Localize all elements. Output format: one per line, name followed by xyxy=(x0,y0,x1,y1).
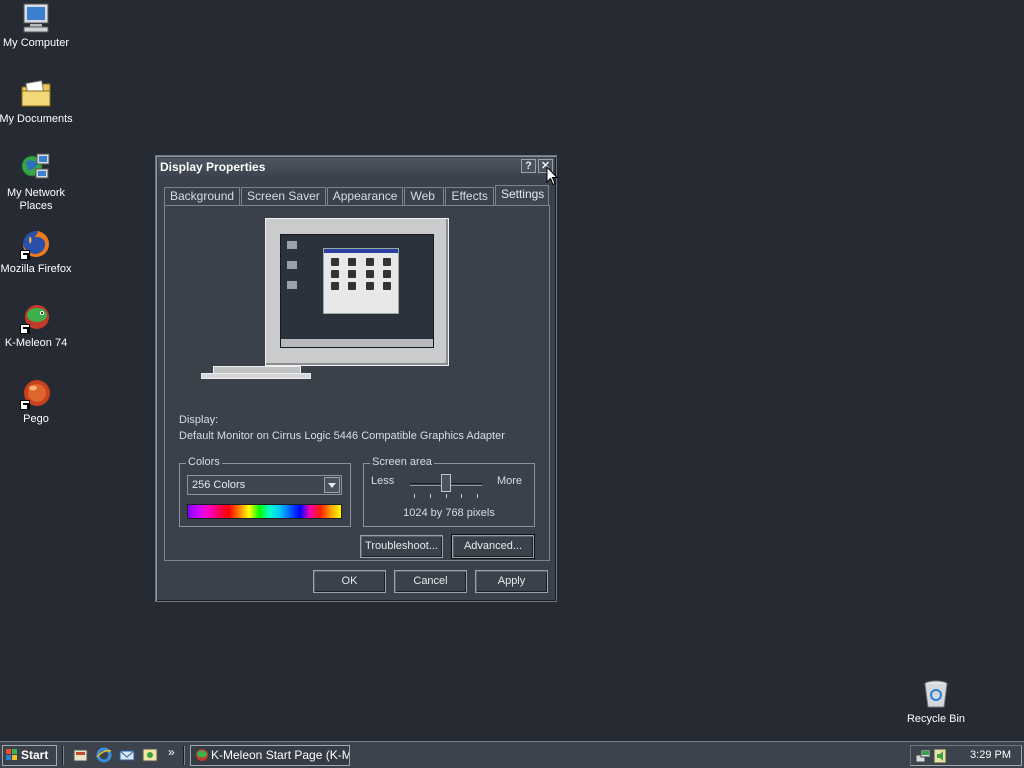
desktop-icon-recycle-bin[interactable]: Recycle Bin xyxy=(898,678,974,726)
mini-desktop-icon xyxy=(287,281,297,289)
desktop-icon-label: Pego xyxy=(23,413,49,425)
monitor-preview xyxy=(265,218,449,366)
display-properties-dialog: Display Properties ? ✕ Background Screen… xyxy=(155,155,557,602)
screen-area-slider-thumb[interactable] xyxy=(441,474,451,492)
dialog-title: Display Properties xyxy=(160,160,266,174)
colors-dropdown-value: 256 Colors xyxy=(192,479,246,491)
taskbar-separator xyxy=(62,746,64,765)
taskbar-window-label: K-Meleon Start Page (K-M... xyxy=(211,748,350,762)
taskbar-window-button[interactable]: K-Meleon Start Page (K-M... xyxy=(190,745,350,766)
mini-desktop-icon xyxy=(287,241,297,249)
desktop-icon-my-computer[interactable]: My Computer xyxy=(0,2,74,50)
colors-dropdown[interactable]: 256 Colors xyxy=(187,475,342,495)
colors-group: Colors 256 Colors xyxy=(179,456,351,527)
tab-web[interactable]: Web xyxy=(404,187,445,206)
recycle-bin-icon xyxy=(920,678,952,710)
troubleshoot-button[interactable]: Troubleshoot... xyxy=(360,535,443,558)
display-label: Display: xyxy=(179,414,219,426)
monitor-base xyxy=(201,373,311,379)
outlook-icon[interactable] xyxy=(119,747,135,763)
taskbar-separator xyxy=(183,746,185,765)
tab-screen-saver[interactable]: Screen Saver xyxy=(241,187,326,206)
help-button[interactable]: ? xyxy=(521,159,536,173)
desktop-icon-label: K-Meleon 74 xyxy=(4,337,68,349)
show-desktop-icon[interactable] xyxy=(73,747,89,763)
screen-area-legend: Screen area xyxy=(370,456,434,468)
network-tray-icon[interactable] xyxy=(915,748,931,764)
tab-settings[interactable]: Settings xyxy=(494,185,549,207)
apply-button[interactable]: Apply xyxy=(475,570,548,593)
desktop-icon-label: My Documents xyxy=(0,113,73,125)
volume-tray-icon[interactable] xyxy=(933,748,947,764)
desktop-icon-network-places[interactable]: My Network Places xyxy=(0,152,74,213)
desktop-icon-firefox[interactable]: Mozilla Firefox xyxy=(0,228,74,276)
dialog-titlebar[interactable]: Display Properties ? ✕ xyxy=(158,158,554,176)
slider-more-label: More xyxy=(496,475,522,487)
folder-documents-icon xyxy=(20,78,52,110)
shortcut-arrow-icon xyxy=(20,250,30,260)
shortcut-arrow-icon xyxy=(20,400,30,410)
ie-icon[interactable] xyxy=(96,747,112,763)
mini-taskbar xyxy=(281,339,433,347)
tab-strip: Background Screen Saver Appearance Web E… xyxy=(164,184,550,207)
mini-window xyxy=(323,248,399,314)
media-icon[interactable] xyxy=(142,747,158,763)
desktop-icon-pego[interactable]: Pego xyxy=(0,378,74,426)
kmeleon-small-icon xyxy=(195,748,209,762)
monitor-screen xyxy=(280,234,434,348)
kmeleon-icon xyxy=(20,302,52,334)
display-adapter-text: Default Monitor on Cirrus Logic 5446 Com… xyxy=(179,430,505,442)
tab-appearance[interactable]: Appearance xyxy=(326,187,404,206)
cancel-button[interactable]: Cancel xyxy=(394,570,467,593)
desktop-icon-my-documents[interactable]: My Documents xyxy=(0,78,74,126)
quick-launch-overflow[interactable]: » xyxy=(168,745,175,759)
screen-area-group: Screen area Less More 1024 by 768 pixels xyxy=(363,456,535,527)
start-label: Start xyxy=(21,748,49,762)
desktop-icon-label: My Computer xyxy=(2,37,70,49)
desktop-icon-kmeleon[interactable]: K-Meleon 74 xyxy=(0,302,74,350)
system-tray: 3:29 PM xyxy=(910,745,1022,766)
advanced-button[interactable]: Advanced... xyxy=(451,534,535,559)
chevron-down-icon[interactable] xyxy=(324,477,340,493)
slider-ticks xyxy=(414,494,478,499)
tab-background[interactable]: Background xyxy=(164,187,241,206)
mini-desktop-icon xyxy=(287,261,297,269)
desktop-icon-label: Recycle Bin xyxy=(906,713,966,725)
clock[interactable]: 3:29 PM xyxy=(970,746,1011,765)
desktop-icon-label: Mozilla Firefox xyxy=(0,263,72,275)
colors-legend: Colors xyxy=(186,456,222,468)
settings-panel: Display: Default Monitor on Cirrus Logic… xyxy=(164,205,550,561)
taskbar: Start » K-Meleon Start Page (K-M... 3:29… xyxy=(0,741,1024,768)
shortcut-arrow-icon xyxy=(20,324,30,334)
network-icon xyxy=(20,152,52,184)
windows-logo-icon xyxy=(6,749,18,761)
firefox-icon xyxy=(20,228,52,260)
pego-icon xyxy=(20,378,52,410)
color-palette-bar xyxy=(187,504,342,519)
computer-icon xyxy=(20,2,52,34)
resolution-text: 1024 by 768 pixels xyxy=(403,507,495,519)
tab-effects[interactable]: Effects xyxy=(445,187,494,206)
mouse-cursor-icon xyxy=(546,165,559,186)
ok-button[interactable]: OK xyxy=(313,570,386,593)
desktop-icon-label: My Network Places xyxy=(6,187,66,212)
start-button[interactable]: Start xyxy=(2,745,57,766)
slider-less-label: Less xyxy=(371,475,395,487)
